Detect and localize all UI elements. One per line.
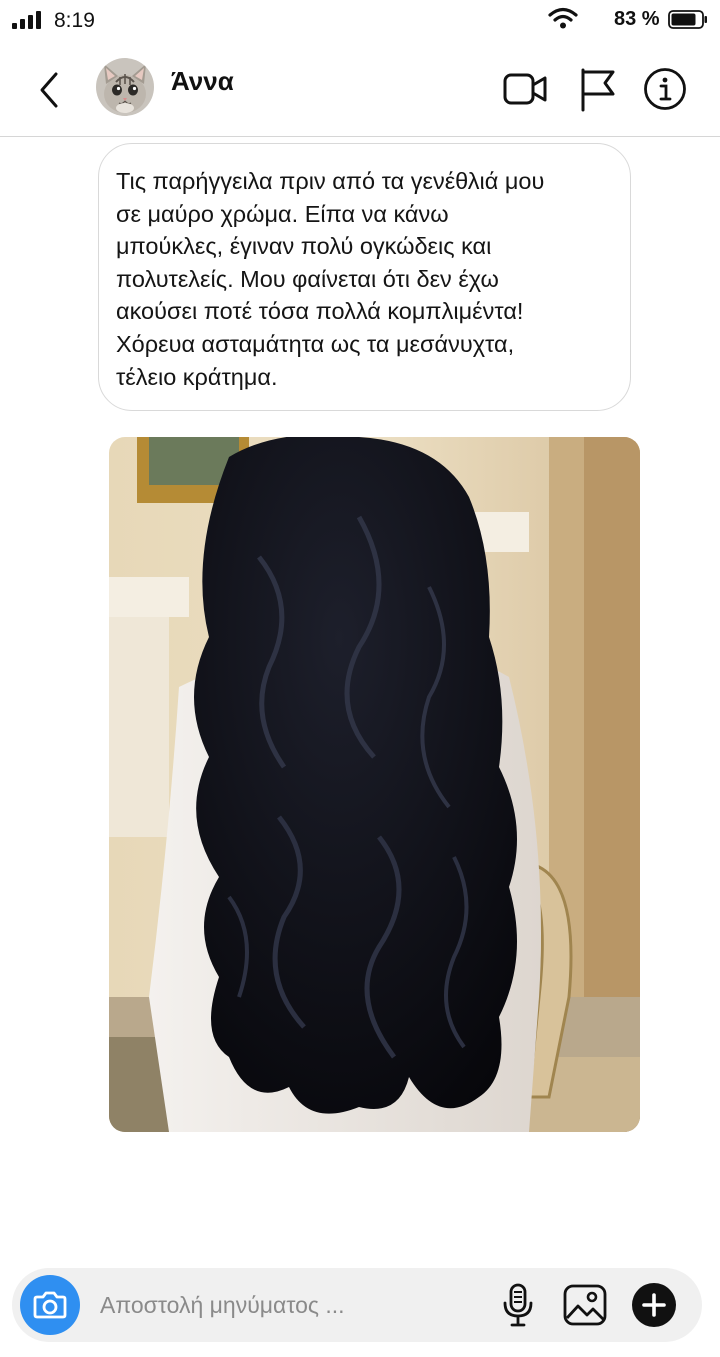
camera-icon <box>33 1291 67 1319</box>
message-composer <box>12 1268 702 1342</box>
back-button[interactable] <box>30 68 70 112</box>
message-line: μπούκλες, έγιναν πολύ ογκώδεις και <box>116 233 492 260</box>
message-line: ακούσει ποτέ τόσα πολλά κομπλιμέντα! <box>116 298 524 325</box>
info-button[interactable] <box>642 66 688 112</box>
gallery-button[interactable] <box>562 1282 608 1328</box>
message-line: τέλειο κράτημα. <box>116 363 278 390</box>
conversation-header: Άννα <box>0 44 720 137</box>
battery-percent: 83 % <box>614 8 660 30</box>
video-call-button[interactable] <box>502 66 548 112</box>
add-button[interactable] <box>631 1282 677 1328</box>
contact-name[interactable]: Άννα <box>171 66 234 97</box>
battery-icon <box>668 10 707 29</box>
wifi-icon <box>548 7 578 29</box>
avatar[interactable] <box>96 58 154 116</box>
camera-button[interactable] <box>20 1275 80 1335</box>
message-line: Τις παρήγγειλα πριν από τα γενέθλιά μου <box>116 168 545 194</box>
photo-attachment[interactable] <box>109 437 640 1132</box>
status-time: 8:19 <box>54 9 95 32</box>
message-line: Χόρευα ασταμάτητα ως τα μεσάνυχτα, <box>116 330 515 357</box>
status-bar: 8:19 83 % <box>0 0 720 44</box>
message-input[interactable] <box>100 1268 480 1342</box>
message-bubble[interactable]: Τις παρήγγειλα πριν από τα γενέθλιά μου … <box>98 143 631 411</box>
message-line: πολυτελείς. Μου φαίνεται ότι δεν έχω <box>116 265 499 292</box>
message-line: σε μαύρο χρώμα. Είπα να κάνω <box>116 200 449 227</box>
flag-button[interactable] <box>575 66 621 112</box>
signal-icon <box>12 11 41 29</box>
microphone-button[interactable] <box>498 1282 538 1328</box>
